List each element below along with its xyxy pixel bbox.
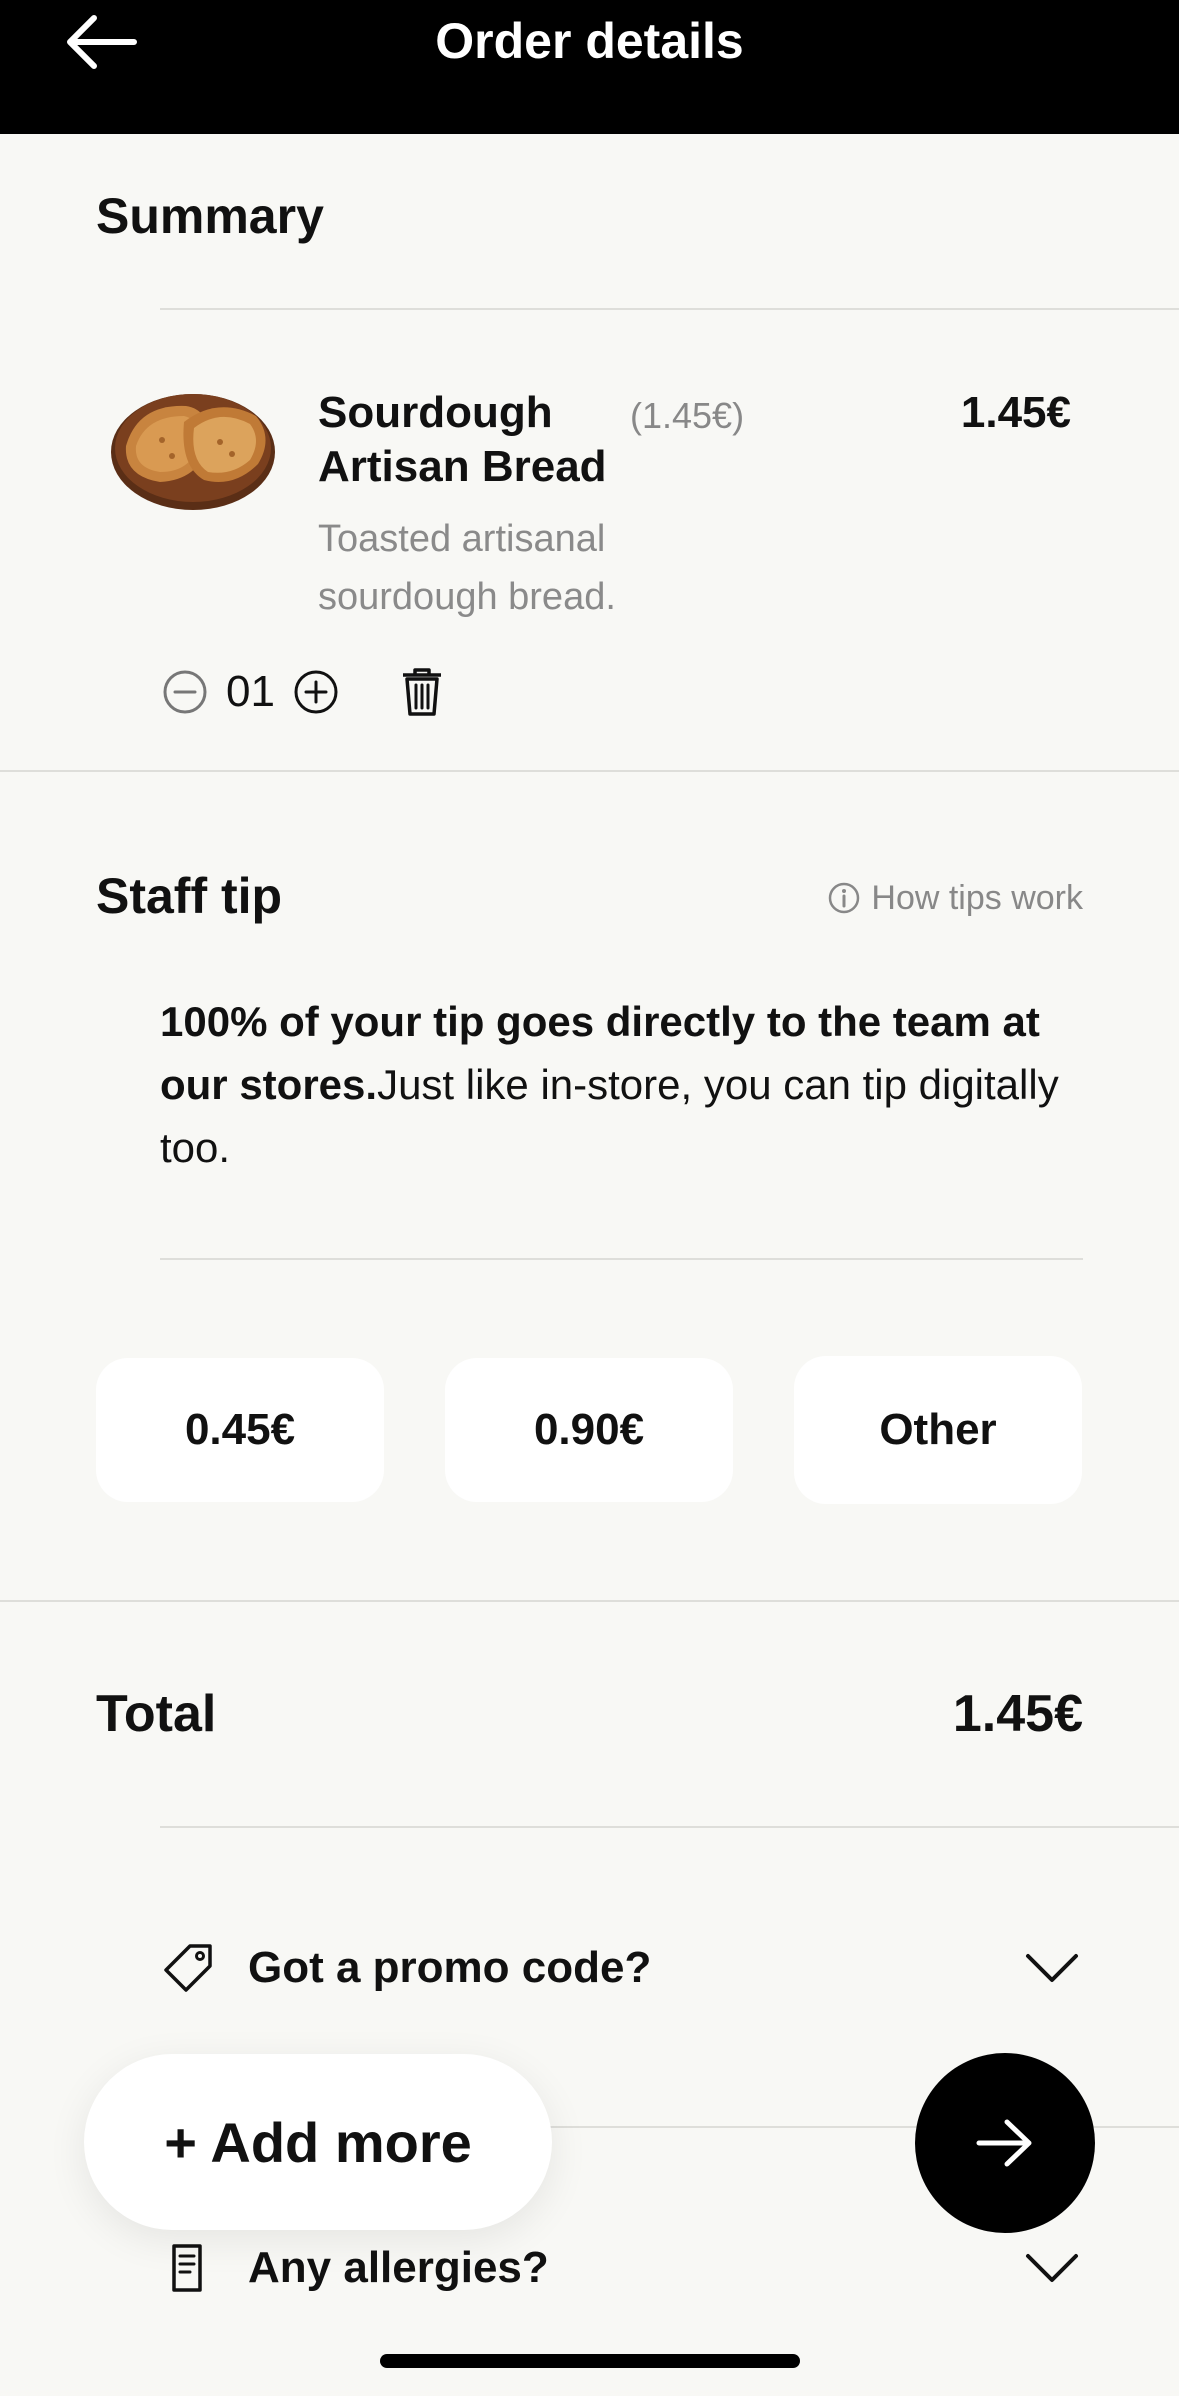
product-description: Toasted artisanal sourdough bread. [318, 518, 616, 618]
quantity-value: 01 [226, 667, 275, 716]
product-name: Sourdough Artisan Bread [318, 388, 607, 491]
decrease-quantity-button[interactable] [160, 667, 210, 717]
divider [0, 1600, 1179, 1602]
summary-title: Summary [96, 188, 324, 244]
home-indicator [380, 2354, 800, 2368]
allergies-row[interactable]: Any allergies? [160, 2228, 1080, 2308]
promo-code-row[interactable]: Got a promo code? [160, 1928, 1080, 2008]
minus-circle-icon [163, 670, 207, 714]
divider [0, 770, 1179, 772]
increase-quantity-button[interactable] [291, 667, 341, 717]
tip-other-button[interactable]: Other [794, 1356, 1082, 1504]
tip-option-button[interactable]: 0.90€ [445, 1358, 733, 1502]
total-label: Total [96, 1685, 217, 1743]
allergies-label: Any allergies? [248, 2243, 549, 2292]
tip-title: Staff tip [96, 868, 283, 924]
tip-option-button[interactable]: 0.45€ [96, 1358, 384, 1502]
chevron-down-icon [1026, 2254, 1078, 2282]
arrow-right-icon [976, 2119, 1032, 2167]
how-tips-link[interactable]: How tips work [827, 876, 1083, 920]
delete-item-button[interactable] [397, 664, 447, 720]
add-more-button[interactable]: + Add more [84, 2054, 552, 2230]
top-bar: Order details [0, 0, 1179, 134]
promo-code-label: Got a promo code? [248, 1943, 652, 1992]
trash-icon [402, 668, 441, 716]
info-icon [829, 882, 860, 914]
line-price: 1.45€ [960, 388, 1071, 437]
plus-circle-icon [294, 670, 338, 714]
chevron-down-icon [1026, 1954, 1078, 1982]
unit-price: (1.45€) [630, 395, 745, 436]
how-tips-label: How tips work [871, 879, 1083, 917]
divider [160, 1258, 1083, 1260]
tip-explanation: 100% of your tip goes directly to the te… [160, 990, 1080, 1179]
product-image [108, 376, 278, 516]
page-title: Order details [435, 13, 744, 69]
quantity-stepper: 01 [160, 664, 447, 720]
note-icon [172, 2244, 202, 2292]
divider [160, 308, 1179, 310]
tag-icon [164, 1944, 212, 1992]
divider [160, 1826, 1179, 1828]
continue-button[interactable] [915, 2053, 1095, 2233]
total-value: 1.45€ [952, 1685, 1083, 1743]
